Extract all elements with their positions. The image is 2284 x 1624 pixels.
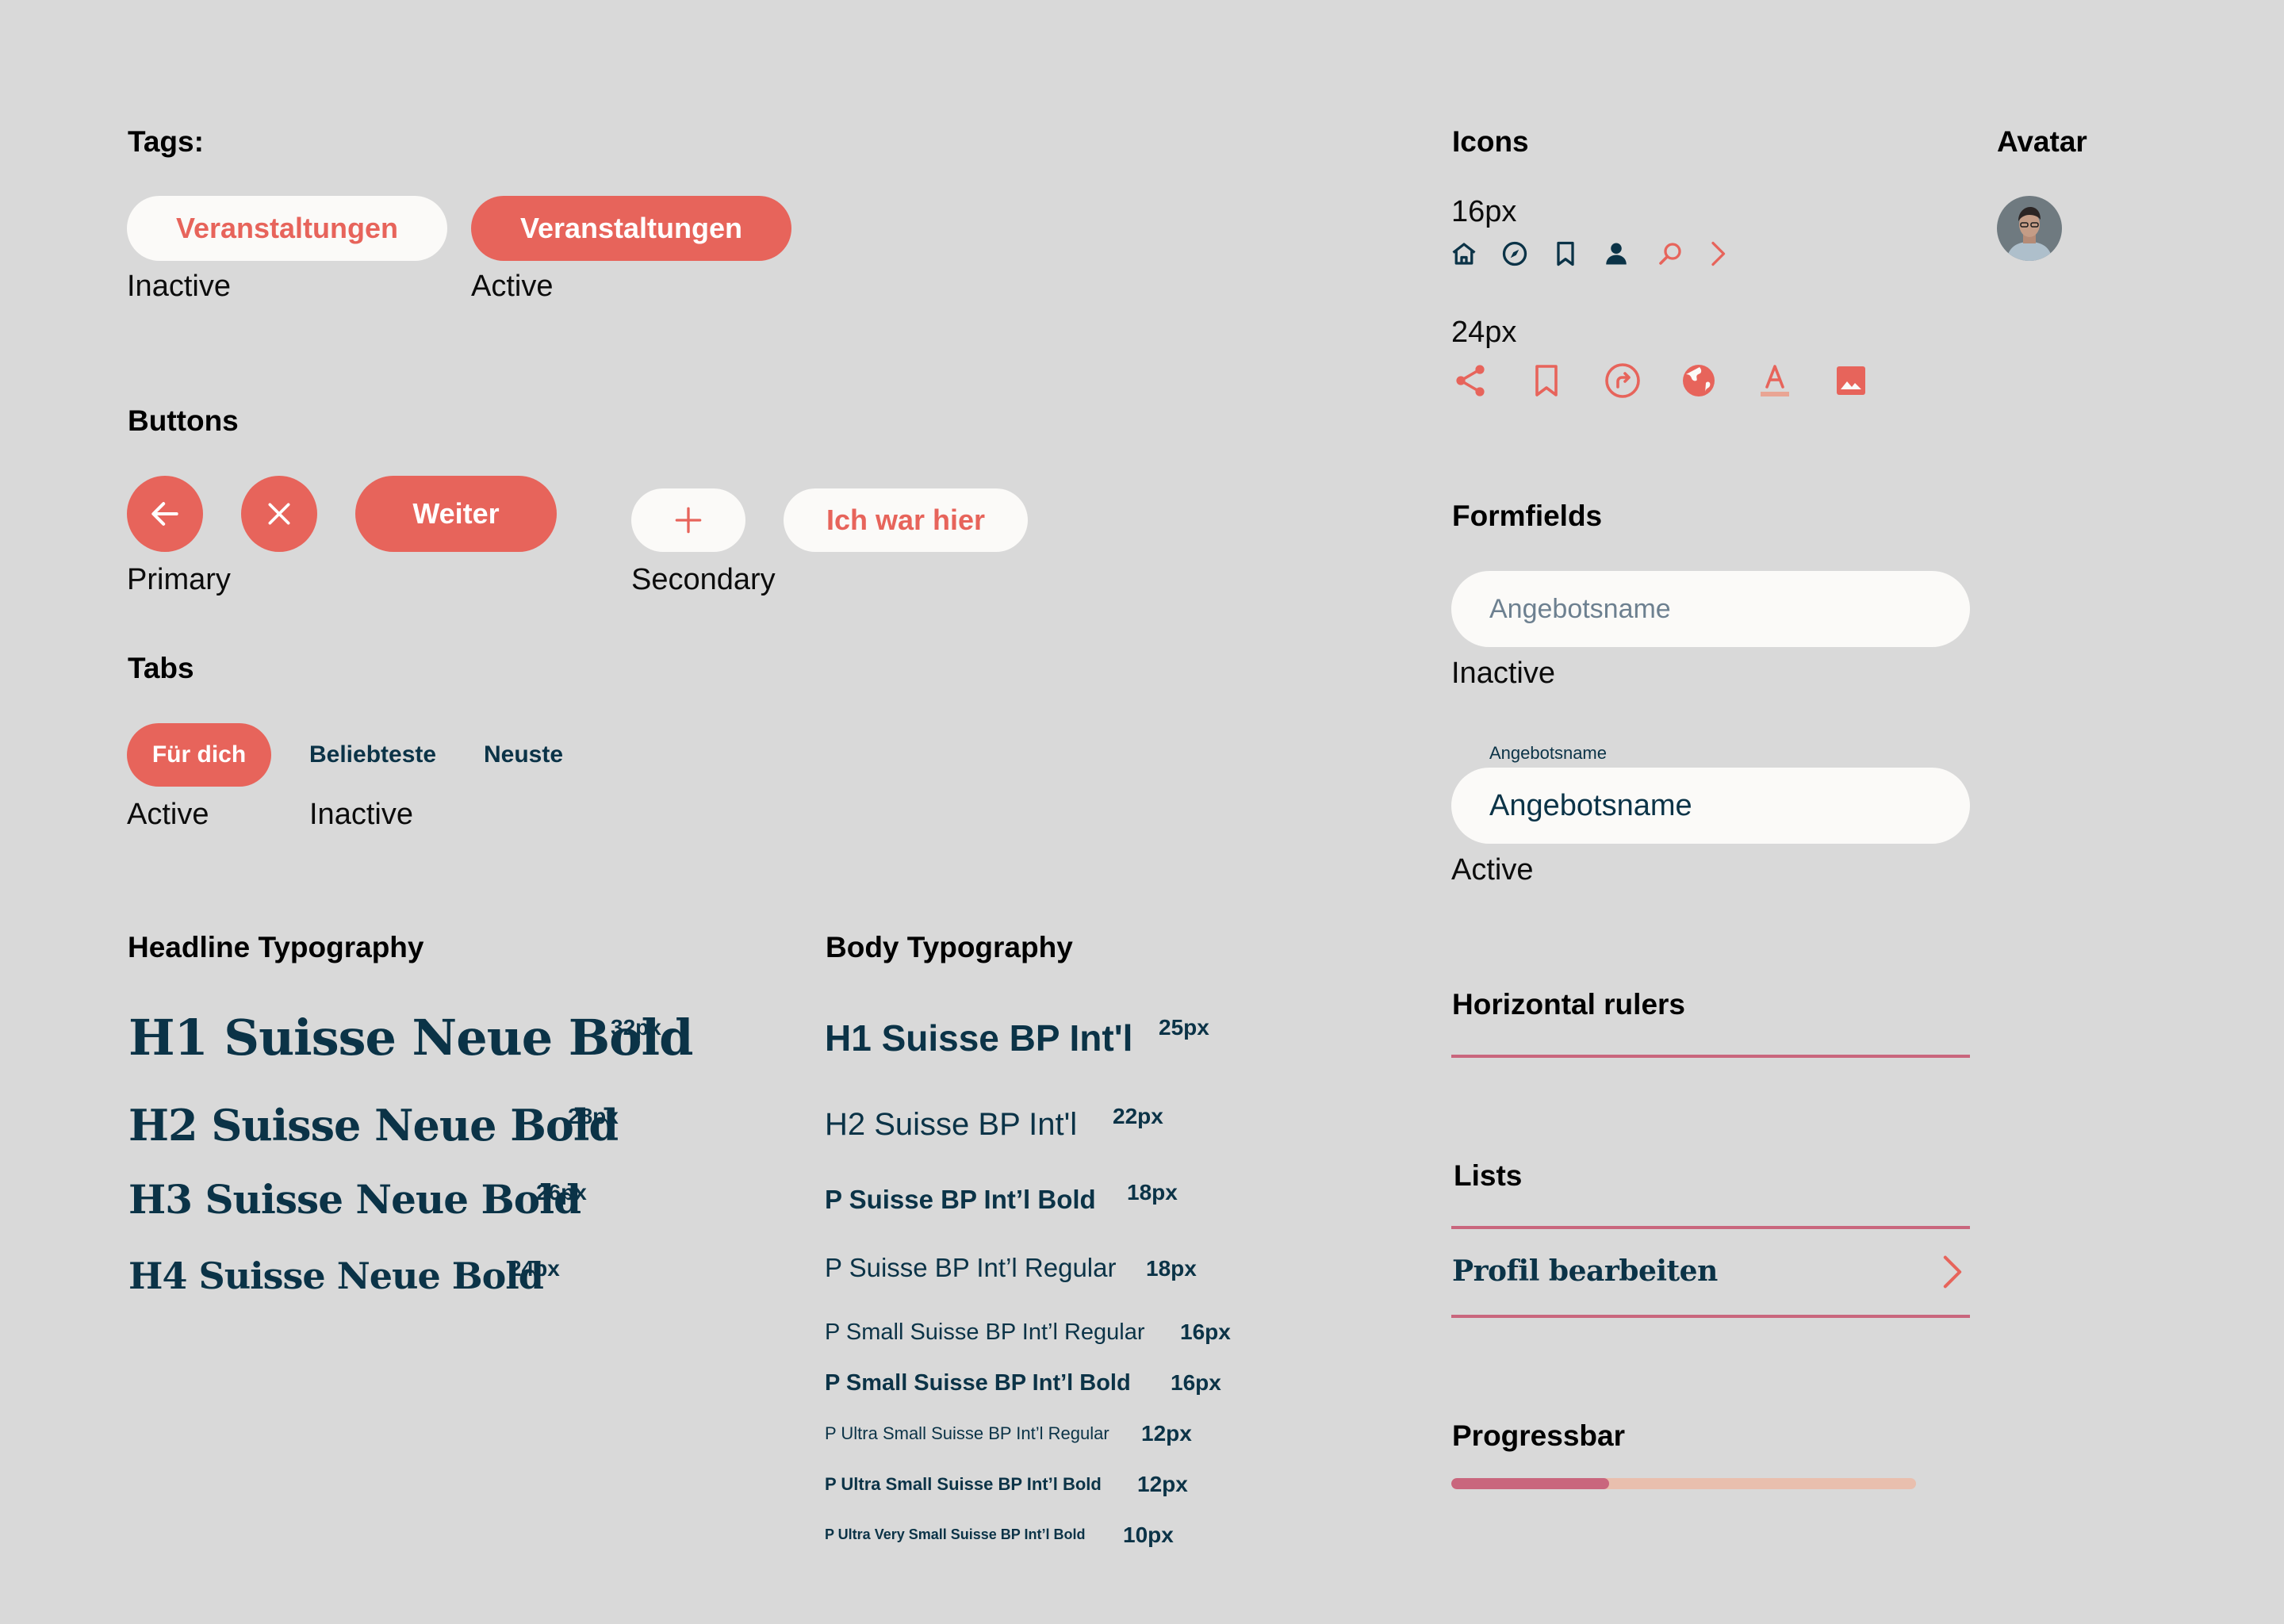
p-regular-sample: P Suisse BP Int’l Regular xyxy=(825,1253,1117,1282)
h4-size: 24px xyxy=(509,1256,560,1281)
h4-sample: H4 Suisse Neue Bold xyxy=(128,1254,544,1297)
h1-sample: H1 Suisse Neue Bold xyxy=(128,1009,693,1067)
back-button[interactable] xyxy=(127,476,203,552)
tabs-inactive-caption: Inactive xyxy=(309,798,413,831)
p-small-regular-size: 16px xyxy=(1180,1320,1231,1344)
tag-active[interactable]: Veranstaltungen xyxy=(471,196,791,261)
close-icon xyxy=(268,503,290,525)
p-ultra-small-regular-sample: P Ultra Small Suisse BP Int’l Regular xyxy=(825,1423,1109,1443)
formfields-title: Formfields xyxy=(1452,500,1603,532)
icons-title: Icons xyxy=(1452,125,1529,158)
p-small-bold-size: 16px xyxy=(1171,1370,1221,1395)
tab-beliebteste[interactable]: Beliebteste xyxy=(309,743,436,767)
list-bottom-rule xyxy=(1451,1315,1970,1318)
h2-sample: H2 Suisse Neue Bold xyxy=(128,1100,619,1151)
h1-size: 32px xyxy=(611,1015,661,1040)
tag-active-caption: Active xyxy=(471,270,554,303)
bookmark-large-icon[interactable] xyxy=(1527,362,1565,400)
body-h2-size: 22px xyxy=(1113,1104,1163,1128)
primary-caption: Primary xyxy=(127,563,231,596)
avatar[interactable] xyxy=(1997,196,2062,261)
tag-inactive-caption: Inactive xyxy=(127,270,231,303)
tabs-title: Tabs xyxy=(128,652,194,684)
list-item-profil-bearbeiten[interactable]: Profil bearbeiten xyxy=(1451,1229,1970,1315)
ich-war-hier-button[interactable]: Ich war hier xyxy=(784,488,1028,552)
progressbar-title: Progressbar xyxy=(1452,1419,1625,1452)
tab-neuste[interactable]: Neuste xyxy=(484,743,563,767)
angebotsname-field-inactive[interactable]: Angebotsname xyxy=(1451,571,1970,647)
field-value: Angebotsname xyxy=(1489,788,1692,822)
tag-inactive[interactable]: Veranstaltungen xyxy=(127,196,447,261)
p-ultra-small-bold-sample: P Ultra Small Suisse BP Int’l Bold xyxy=(825,1474,1102,1494)
list-item-label: Profil bearbeiten xyxy=(1452,1254,1718,1288)
progress-fill xyxy=(1451,1478,1610,1489)
image-icon[interactable] xyxy=(1832,362,1870,400)
buttons-title: Buttons xyxy=(128,404,239,437)
text-color-icon[interactable] xyxy=(1756,362,1794,400)
avatar-image xyxy=(1997,196,2062,261)
arrow-left-icon xyxy=(151,502,178,526)
field-placeholder: Angebotsname xyxy=(1489,593,1671,624)
icons-16px-label: 16px xyxy=(1451,195,1517,228)
p-ultra-small-bold-size: 12px xyxy=(1137,1472,1188,1496)
body-h1-sample: H1 Suisse BP Int'l xyxy=(825,1017,1133,1059)
icons-24px-label: 24px xyxy=(1451,316,1517,349)
plus-icon xyxy=(675,507,702,534)
chevron-right-icon xyxy=(1943,1255,1962,1289)
add-button[interactable] xyxy=(631,488,745,552)
chevron-right-icon[interactable] xyxy=(1703,239,1732,268)
tab-fuer-dich[interactable]: Für dich xyxy=(127,723,271,787)
field-floating-label: Angebotsname xyxy=(1489,743,1607,763)
avatar-title: Avatar xyxy=(1997,125,2087,158)
lists-title: Lists xyxy=(1454,1159,1523,1192)
p-bold-sample: P Suisse BP Int’l Bold xyxy=(825,1185,1096,1214)
secondary-caption: Secondary xyxy=(631,563,776,596)
tags-title: Tags: xyxy=(128,125,204,158)
compass-icon[interactable] xyxy=(1500,239,1529,268)
weiter-button[interactable]: Weiter xyxy=(355,476,557,552)
share-icon[interactable] xyxy=(1451,362,1489,400)
search-icon[interactable] xyxy=(1656,239,1684,268)
body-h2-sample: H2 Suisse BP Int'l xyxy=(825,1107,1078,1142)
headline-typography-title: Headline Typography xyxy=(128,931,424,963)
p-ultra-very-small-bold-size: 10px xyxy=(1123,1522,1174,1547)
home-icon[interactable] xyxy=(1450,239,1478,268)
rulers-title: Horizontal rulers xyxy=(1452,988,1685,1021)
p-ultra-small-regular-size: 12px xyxy=(1141,1421,1192,1446)
user-icon[interactable] xyxy=(1602,239,1631,268)
angebotsname-field-active[interactable]: Angebotsname xyxy=(1451,768,1970,844)
horizontal-ruler xyxy=(1451,1055,1970,1058)
body-typography-title: Body Typography xyxy=(826,931,1073,963)
p-ultra-very-small-bold-sample: P Ultra Very Small Suisse BP Int’l Bold xyxy=(825,1526,1086,1542)
progress-track xyxy=(1451,1478,1916,1489)
formfield-active-caption: Active xyxy=(1451,853,1534,887)
p-regular-size: 18px xyxy=(1146,1256,1197,1281)
formfield-inactive-caption: Inactive xyxy=(1451,657,1555,690)
p-small-regular-sample: P Small Suisse BP Int’l Regular xyxy=(825,1320,1145,1345)
globe-icon[interactable] xyxy=(1680,362,1718,400)
tabs-active-caption: Active xyxy=(127,798,209,831)
redirect-icon[interactable] xyxy=(1604,362,1642,400)
bookmark-icon[interactable] xyxy=(1551,239,1580,268)
close-button[interactable] xyxy=(241,476,317,552)
p-bold-size: 18px xyxy=(1127,1180,1178,1205)
h3-size: 26px xyxy=(536,1180,587,1205)
p-small-bold-sample: P Small Suisse BP Int’l Bold xyxy=(825,1370,1131,1396)
body-h1-size: 25px xyxy=(1159,1015,1209,1040)
h2-size: 28px xyxy=(568,1104,619,1128)
h3-sample: H3 Suisse Neue Bold xyxy=(128,1176,581,1223)
